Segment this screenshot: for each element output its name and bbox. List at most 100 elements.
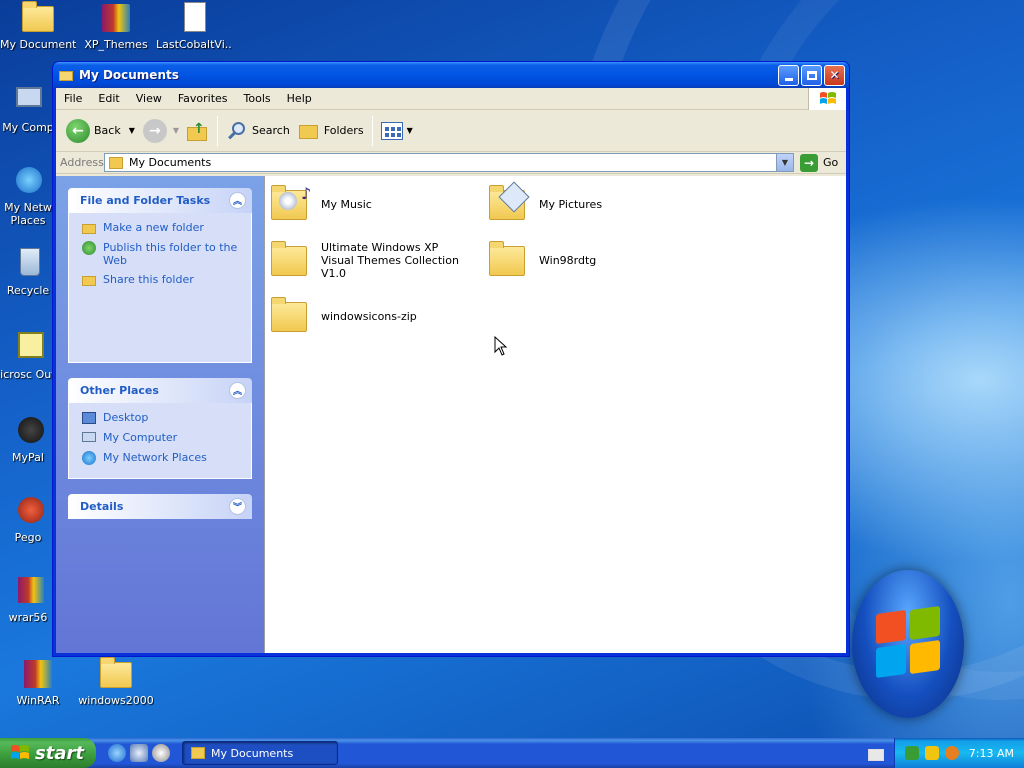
network-tray-icon[interactable]: [904, 746, 919, 760]
security-shield-icon[interactable]: [924, 746, 939, 760]
pego-icon: [18, 497, 44, 523]
menu-edit[interactable]: Edit: [90, 92, 127, 105]
panel-title: Other Places: [80, 384, 159, 397]
panel-title: Details: [80, 500, 124, 513]
panel-header[interactable]: Details ︾: [68, 494, 252, 519]
computer-icon: [81, 431, 97, 445]
taskbar-item-my-documents[interactable]: My Documents: [182, 741, 338, 765]
place-desktop[interactable]: Desktop: [81, 411, 239, 425]
address-field[interactable]: My Documents ▼: [104, 153, 794, 172]
other-places-panel: Other Places ︽ Desktop My Computer My Ne…: [68, 378, 252, 479]
desktop-icon-my-documents[interactable]: My Documents: [0, 1, 76, 51]
desktop-icon-winrar[interactable]: WinRAR: [0, 658, 76, 707]
task-pane: File and Folder Tasks ︽ Make a new folde…: [56, 176, 264, 653]
desktop-icon-windows2000[interactable]: windows2000: [78, 657, 154, 707]
place-my-network[interactable]: My Network Places: [81, 451, 239, 465]
start-label: start: [35, 742, 84, 764]
search-tray-icon[interactable]: [944, 746, 959, 760]
file-item-my-pictures[interactable]: My Pictures: [489, 181, 689, 226]
file-item-win98rdtg[interactable]: Win98rdtg: [489, 238, 689, 282]
collapse-icon[interactable]: ︽: [229, 382, 246, 399]
clock: 7:13 AM: [968, 746, 1014, 760]
file-folder-tasks-panel: File and Folder Tasks ︽ Make a new folde…: [68, 188, 252, 363]
place-my-computer[interactable]: My Computer: [81, 431, 239, 445]
file-item-windowsicons-zip[interactable]: windowsicons-zip: [271, 294, 471, 338]
up-folder-button[interactable]: ↑: [183, 115, 213, 147]
internet-explorer-icon[interactable]: [108, 744, 126, 762]
file-item-ultimate-xp-themes[interactable]: Ultimate Windows XP Visual Themes Collec…: [271, 238, 471, 282]
share-folder-icon: [81, 273, 97, 287]
collapse-icon[interactable]: ︽: [229, 192, 246, 209]
address-dropdown-button[interactable]: ▼: [776, 154, 793, 171]
toolbar-separator: [217, 115, 219, 146]
desktop-icon-lastcobalt[interactable]: LastCobaltVi...: [156, 2, 232, 51]
file-name: My Pictures: [539, 197, 603, 211]
folder-icon: [191, 747, 205, 759]
task-label: Publish this folder to the Web: [103, 241, 238, 267]
desktop-icon: [81, 411, 97, 425]
search-icon: [226, 120, 248, 142]
address-value: My Documents: [129, 156, 212, 169]
expand-icon[interactable]: ︾: [229, 498, 246, 515]
desktop-icon-label: windows2000: [78, 694, 154, 707]
forward-button[interactable]: → ▼: [139, 115, 183, 147]
file-item-my-music[interactable]: ♪ My Music: [271, 182, 471, 226]
network-icon: [81, 451, 97, 465]
folders-icon: [298, 121, 320, 141]
folder-icon: [271, 238, 317, 282]
system-tray: 7:13 AM: [894, 738, 1024, 768]
pictures-folder-icon: [489, 181, 535, 226]
go-button[interactable]: → Go: [800, 153, 838, 172]
windows-flag-icon: [808, 88, 846, 110]
document-icon: [184, 2, 206, 32]
task-make-new-folder[interactable]: Make a new folder: [81, 221, 239, 235]
keyboard-icon[interactable]: [868, 749, 884, 761]
task-label: Share this folder: [103, 273, 194, 286]
search-label: Search: [252, 124, 290, 137]
title-bar[interactable]: My Documents ✕: [53, 62, 849, 88]
taskbar: start My Documents 7:13 AM: [0, 738, 1024, 768]
menu-tools[interactable]: Tools: [236, 92, 279, 105]
mypal-icon: [18, 417, 44, 443]
close-icon: ✕: [829, 68, 840, 82]
start-button[interactable]: start: [0, 738, 96, 768]
panel-header[interactable]: File and Folder Tasks ︽: [68, 188, 252, 213]
menu-favorites[interactable]: Favorites: [170, 92, 236, 105]
windows-logo-orb: [852, 570, 964, 718]
folders-button[interactable]: Folders: [294, 115, 368, 147]
winrar-icon: [24, 660, 52, 688]
music-folder-icon: ♪: [271, 182, 317, 226]
file-view: ♪ My Music My Pictures Ultimate Windows: [264, 176, 846, 653]
task-share-folder[interactable]: Share this folder: [81, 273, 239, 287]
close-button[interactable]: ✕: [824, 64, 845, 86]
maximize-button[interactable]: [801, 64, 822, 86]
maximize-icon: [806, 70, 817, 80]
back-button[interactable]: ← Back ▼: [62, 115, 139, 147]
minimize-button[interactable]: [778, 64, 799, 86]
media-player-icon[interactable]: [152, 744, 170, 762]
recycle-bin-icon: [20, 248, 40, 276]
place-label: Desktop: [103, 411, 149, 424]
folder-icon: [100, 657, 132, 688]
desktop-icon-xp-themes[interactable]: XP_Themes: [78, 2, 154, 51]
menu-view[interactable]: View: [128, 92, 170, 105]
winrar-archive-icon: [102, 4, 130, 32]
menu-file[interactable]: File: [56, 92, 90, 105]
address-label: Address: [60, 156, 104, 169]
forward-arrow-icon: →: [142, 118, 167, 143]
desktop-icon-label: XP_Themes: [84, 38, 148, 51]
chevron-down-icon[interactable]: ▼: [129, 126, 135, 135]
place-label: My Network Places: [103, 451, 207, 464]
folder-icon: [22, 1, 54, 32]
task-publish-folder[interactable]: Publish this folder to the Web: [81, 241, 239, 267]
up-folder-icon: ↑: [187, 121, 209, 141]
outlook-express-icon[interactable]: [130, 744, 148, 762]
views-button[interactable]: ▼: [377, 115, 417, 147]
search-button[interactable]: Search: [222, 115, 294, 147]
panel-header[interactable]: Other Places ︽: [68, 378, 252, 403]
menu-help[interactable]: Help: [279, 92, 320, 105]
minimize-icon: [784, 77, 793, 81]
chevron-down-icon[interactable]: ▼: [173, 126, 179, 135]
views-icon: [380, 121, 403, 140]
window-title: My Documents: [79, 68, 179, 82]
